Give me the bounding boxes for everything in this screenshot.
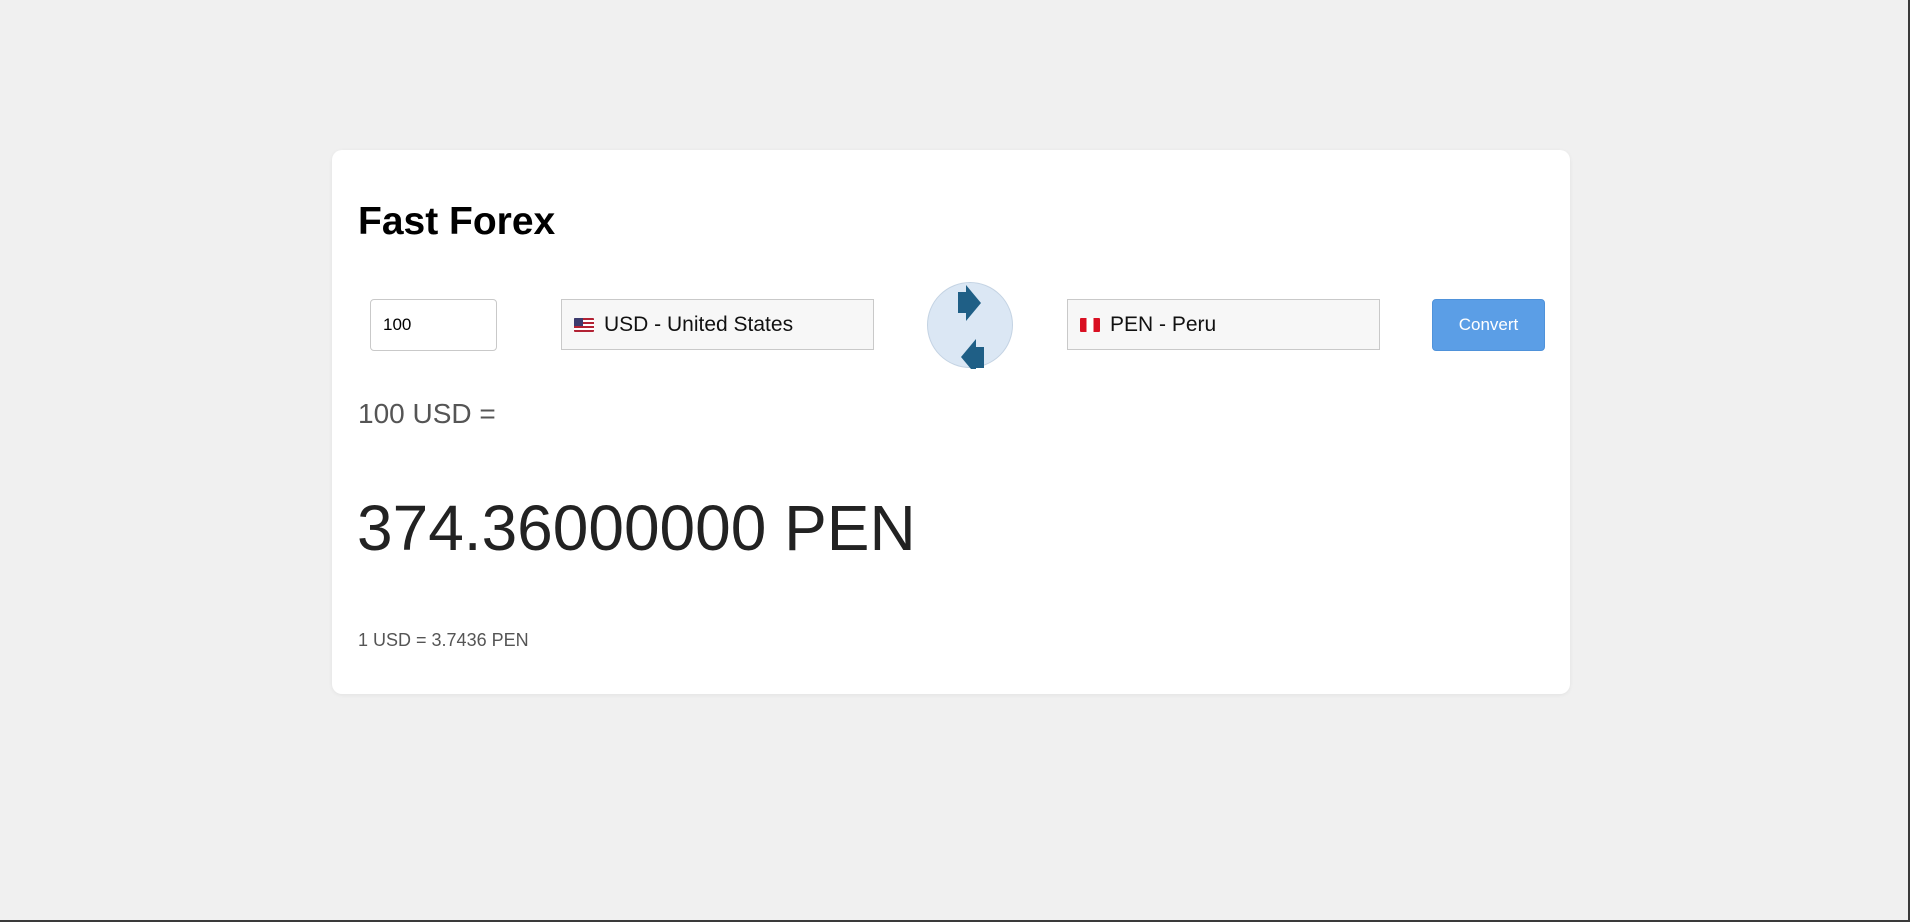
converter-card: Fast Forex USD - United States PEN - Per… bbox=[332, 150, 1570, 694]
swap-arrows-icon bbox=[958, 285, 984, 369]
page-title: Fast Forex bbox=[358, 200, 556, 243]
to-currency-select[interactable]: PEN - Peru bbox=[1067, 299, 1380, 350]
amount-input[interactable] bbox=[370, 299, 497, 351]
to-currency-label: PEN - Peru bbox=[1110, 312, 1217, 336]
converted-result: 374.36000000 PEN bbox=[357, 492, 916, 564]
from-currency-select[interactable]: USD - United States bbox=[561, 299, 874, 350]
convert-button[interactable]: Convert bbox=[1432, 299, 1545, 351]
pe-flag-icon bbox=[1080, 317, 1100, 332]
swap-currencies-button[interactable] bbox=[927, 282, 1013, 369]
exchange-rate: 1 USD = 3.7436 PEN bbox=[358, 630, 529, 650]
from-amount-text: 100 USD = bbox=[358, 398, 496, 429]
us-flag-icon bbox=[574, 317, 594, 332]
from-currency-label: USD - United States bbox=[604, 312, 794, 336]
